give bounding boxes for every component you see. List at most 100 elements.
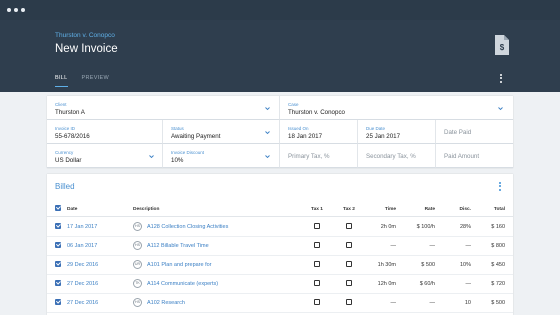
billed-table-header: Date Description Tax 1 Tax 2 Time Rate D… <box>47 201 513 217</box>
avatar: TK <box>133 279 142 288</box>
invoice-tabs: BILL PREVIEW <box>55 75 109 87</box>
row-select-checkbox[interactable] <box>55 299 61 305</box>
secondary-tax-field[interactable]: Secondary Tax, % <box>358 144 436 168</box>
select-all-checkbox[interactable] <box>55 205 61 211</box>
client-label: Client <box>55 102 67 107</box>
column-disc: Disc. <box>459 207 471 212</box>
row-disc: — <box>465 243 472 249</box>
primary-tax-placeholder: Primary Tax, % <box>288 153 330 160</box>
status-field[interactable]: Status Awaiting Payment <box>163 120 280 144</box>
row-disc: 28% <box>459 224 471 230</box>
date-paid-placeholder: Date Paid <box>444 129 472 136</box>
status-value: Awaiting Payment <box>171 133 221 140</box>
row-description-link[interactable]: A114 Communicate (experts) <box>147 281 218 287</box>
row-disc: — <box>465 281 472 287</box>
row-date: 27 Dec 2016 <box>67 300 99 306</box>
row-tax2-checkbox[interactable] <box>346 223 352 229</box>
tab-bill[interactable]: BILL <box>55 75 68 87</box>
table-row: 17 Jan 2017 HS A128 Collection Closing Act… <box>47 217 513 237</box>
row-time: 2h 0m <box>380 224 396 230</box>
window-menu-dots-icon[interactable] <box>7 8 25 12</box>
row-total: $ 160 <box>491 224 505 230</box>
column-tax1: Tax 1 <box>311 207 323 212</box>
row-total: $ 720 <box>491 281 505 287</box>
chevron-down-icon[interactable] <box>149 154 154 159</box>
row-description-link[interactable]: A101 Plan and prepare for <box>147 262 212 268</box>
due-date-label: Due Date <box>366 126 386 131</box>
window-chrome <box>0 0 560 20</box>
chevron-down-icon[interactable] <box>265 154 270 159</box>
row-description-link[interactable]: A102 Research <box>147 300 185 306</box>
invoice-discount-label: Invoice Discount <box>171 150 205 155</box>
row-time: 1h 30m <box>377 262 396 268</box>
table-row: 06 Jan 2017 HS A112 Billable Travel Time — —… <box>47 236 513 256</box>
client-field[interactable]: Client Thurston A <box>47 96 280 120</box>
row-tax1-checkbox[interactable] <box>314 261 320 267</box>
chevron-down-icon[interactable] <box>265 130 270 135</box>
table-row: 27 Dec 2016 HS A102 Research — — 10 $ 500 <box>47 293 513 313</box>
row-tax1-checkbox[interactable] <box>314 223 320 229</box>
svg-text:$: $ <box>500 43 505 52</box>
row-description-link[interactable]: A112 Billable Travel Time <box>147 243 209 249</box>
billed-kebab-menu-icon[interactable] <box>497 182 503 192</box>
row-select-checkbox[interactable] <box>55 242 61 248</box>
row-tax2-checkbox[interactable] <box>346 261 352 267</box>
breadcrumb-case-link[interactable]: Thurston v. Conopco <box>55 32 115 39</box>
row-select-checkbox[interactable] <box>55 223 61 229</box>
row-description-link[interactable]: A128 Collection Closing Activities <box>147 224 228 230</box>
row-tax1-checkbox[interactable] <box>314 299 320 305</box>
row-tax1-checkbox[interactable] <box>314 242 320 248</box>
currency-field[interactable]: Currency US Dollar <box>47 144 163 168</box>
billed-title: Billed <box>55 182 75 191</box>
row-date: 29 Dec 2016 <box>67 262 99 268</box>
invoice-id-field[interactable]: Invoice ID 55-678/2016 <box>47 120 163 144</box>
billed-section: Billed Date Description Tax 1 Tax 2 Time… <box>47 174 513 315</box>
primary-tax-field[interactable]: Primary Tax, % <box>280 144 358 168</box>
paid-amount-field[interactable]: Paid Amount <box>436 144 513 168</box>
currency-label: Currency <box>55 150 74 155</box>
row-date: 06 Jan 2017 <box>67 243 98 249</box>
due-date-field[interactable]: Due Date 25 Jan 2017 <box>358 120 436 144</box>
chevron-down-icon[interactable] <box>498 106 503 111</box>
row-tax2-checkbox[interactable] <box>346 299 352 305</box>
table-row: 27 Dec 2016 TK A114 Communicate (experts) 1… <box>47 274 513 294</box>
paid-amount-placeholder: Paid Amount <box>444 153 480 160</box>
row-date: 17 Jan 2017 <box>67 224 98 230</box>
chevron-down-icon[interactable] <box>265 106 270 111</box>
invoice-id-label: Invoice ID <box>55 126 76 131</box>
row-total: $ 800 <box>491 243 505 249</box>
row-tax2-checkbox[interactable] <box>346 242 352 248</box>
row-total: $ 450 <box>491 262 505 268</box>
row-select-checkbox[interactable] <box>55 261 61 267</box>
client-value: Thurston A <box>55 109 85 116</box>
status-label: Status <box>171 126 184 131</box>
column-description: Description <box>133 207 160 212</box>
case-field[interactable]: Case Thurston v. Conopco <box>280 96 513 120</box>
invoice-details-form: Client Thurston A Case Thurston v. Conop… <box>47 96 513 168</box>
column-date[interactable]: Date <box>67 207 77 212</box>
row-rate: — <box>429 243 436 249</box>
currency-value: US Dollar <box>55 157 82 164</box>
due-date-value: 25 Jan 2017 <box>366 133 401 140</box>
row-select-checkbox[interactable] <box>55 280 61 286</box>
case-label: Case <box>288 102 299 107</box>
issued-on-field[interactable]: Issued On 18 Jan 2017 <box>280 120 358 144</box>
row-rate: $ 100/h <box>416 224 435 230</box>
page-header: Thurston v. Conopco New Invoice $ BILL P… <box>0 20 560 92</box>
row-time: — <box>390 243 397 249</box>
case-value: Thurston v. Conopco <box>288 109 345 116</box>
row-tax2-checkbox[interactable] <box>346 280 352 286</box>
secondary-tax-placeholder: Secondary Tax, % <box>366 153 416 160</box>
avatar: HS <box>133 298 142 307</box>
row-date: 27 Dec 2016 <box>67 281 99 287</box>
invoice-discount-value: 10% <box>171 157 184 164</box>
invoice-discount-field[interactable]: Invoice Discount 10% <box>163 144 280 168</box>
row-disc: 10% <box>459 262 471 268</box>
tab-preview[interactable]: PREVIEW <box>82 75 109 87</box>
kebab-menu-icon[interactable] <box>498 74 504 84</box>
row-tax1-checkbox[interactable] <box>314 280 320 286</box>
date-paid-field[interactable]: Date Paid <box>436 120 513 144</box>
avatar: HS <box>133 241 142 250</box>
document-dollar-icon[interactable]: $ <box>495 35 509 55</box>
avatar: UR <box>133 260 142 269</box>
